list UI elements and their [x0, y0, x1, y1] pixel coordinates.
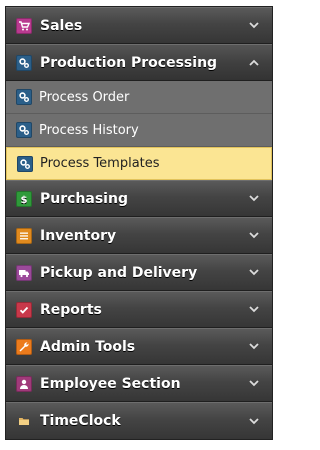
menu-header-label: Reports: [40, 301, 102, 318]
menu-header-admin-tools[interactable]: Admin Tools: [6, 328, 272, 365]
chevron-down-icon[interactable]: [246, 413, 262, 429]
submenu-item-label: Process History: [39, 122, 139, 138]
chevron-up-icon[interactable]: [246, 55, 262, 71]
chevron-down-icon[interactable]: [246, 228, 262, 244]
menu-header-label: Purchasing: [40, 190, 128, 207]
menu-header-purchasing[interactable]: $ Purchasing: [6, 180, 272, 217]
menu-header-label: TimeClock: [40, 413, 121, 429]
gears-icon: [16, 54, 32, 71]
submenu-item-label: Process Order: [39, 89, 130, 105]
menu-header-label: Inventory: [40, 227, 117, 244]
user-icon: [16, 375, 32, 392]
chevron-down-icon[interactable]: [246, 302, 262, 318]
menu-header-timeclock[interactable]: TimeClock: [6, 402, 272, 439]
dollar-icon: $: [16, 190, 32, 207]
menu-header-employee-section[interactable]: Employee Section: [6, 365, 272, 402]
menu-header-label: Production Processing: [40, 54, 218, 71]
svg-text:$: $: [21, 195, 28, 205]
check-icon: [16, 301, 32, 318]
folder-icon: [16, 413, 32, 429]
chevron-down-icon[interactable]: [246, 376, 262, 392]
gears-icon: [16, 122, 32, 138]
cart-icon: [16, 17, 32, 34]
menu-header-label: Employee Section: [40, 375, 181, 392]
menu-header-reports[interactable]: Reports: [6, 291, 272, 328]
menu-header-sales[interactable]: Sales: [6, 7, 272, 44]
submenu-item-process-history[interactable]: Process History: [6, 114, 272, 147]
chevron-down-icon[interactable]: [246, 191, 262, 207]
submenu-item-process-order[interactable]: Process Order: [6, 81, 272, 114]
submenu-item-process-templates[interactable]: Process Templates: [6, 147, 272, 180]
menu-header-production-processing[interactable]: Production Processing: [6, 44, 272, 81]
gears-icon: [17, 155, 33, 172]
wrench-icon: [16, 338, 32, 355]
chevron-down-icon[interactable]: [246, 18, 262, 34]
menu-header-label: Admin Tools: [40, 338, 136, 355]
menu-header-inventory[interactable]: Inventory: [6, 217, 272, 254]
submenu-item-label: Process Templates: [40, 156, 160, 171]
list-icon: [16, 227, 32, 244]
menu-header-label: Sales: [40, 17, 83, 34]
chevron-down-icon[interactable]: [246, 265, 262, 281]
chevron-down-icon[interactable]: [246, 339, 262, 355]
truck-icon: [16, 264, 32, 281]
menu-header-pickup-and-delivery[interactable]: Pickup and Delivery: [6, 254, 272, 291]
gears-icon: [16, 89, 32, 105]
submenu-production-processing: Process Order Process History Process Te…: [6, 81, 272, 180]
sidebar-menu: Sales Production Processing Process Orde…: [5, 6, 273, 440]
menu-header-label: Pickup and Delivery: [40, 264, 198, 281]
